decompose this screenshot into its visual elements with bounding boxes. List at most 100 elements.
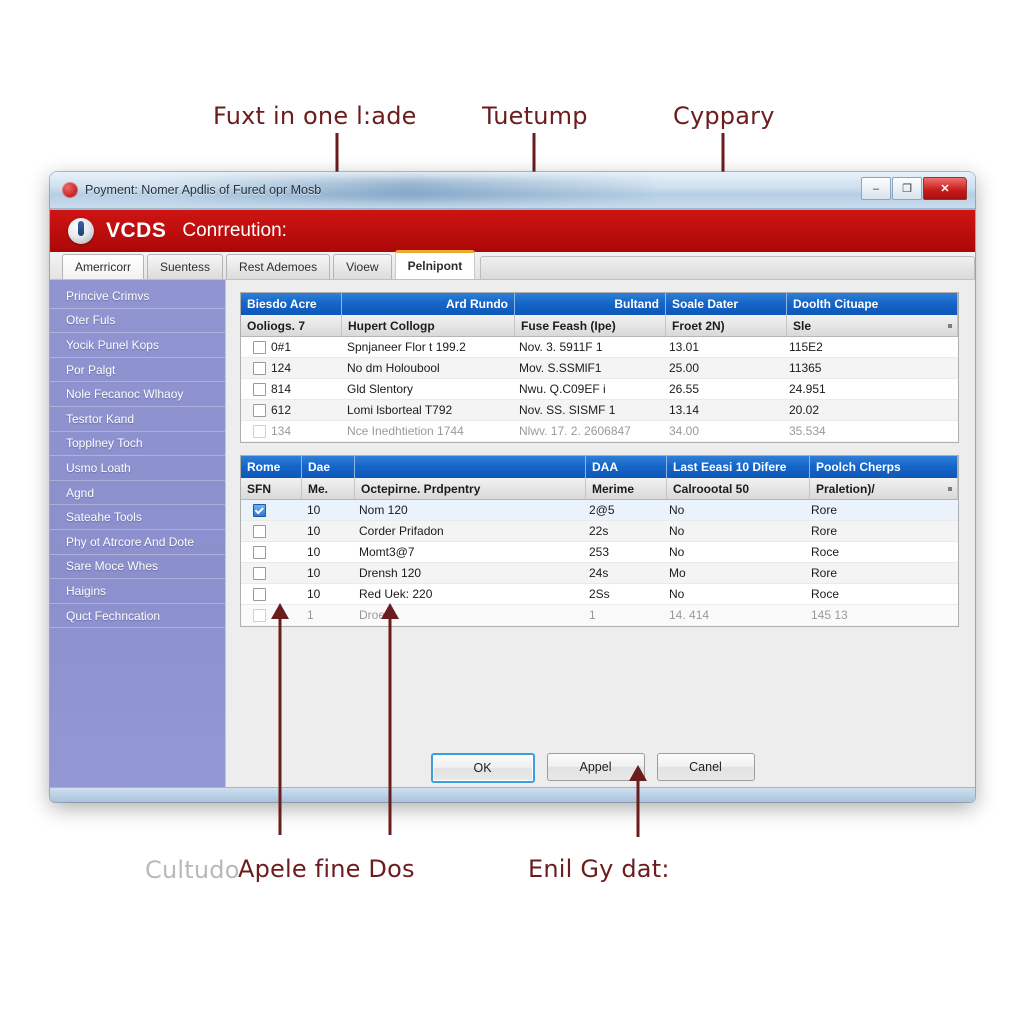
- sidebar-item-1[interactable]: Oter Fuls: [50, 309, 225, 334]
- top-grid-sub-2[interactable]: Fuse Feash (Ipe): [515, 315, 666, 336]
- bottom-grid-header-1[interactable]: Dae: [302, 456, 355, 478]
- tab-bar: Amerricorr Suentess Rest Ademoes Vioew P…: [50, 250, 975, 280]
- cell-dae: 10: [307, 503, 321, 517]
- cell-value: 13.14: [669, 403, 700, 417]
- tab-amerricorr[interactable]: Amerricorr: [62, 254, 144, 279]
- bottom-grid-sub-2[interactable]: Octepirne. Prdpentry: [355, 478, 586, 499]
- cell-poolch: Roce: [811, 587, 840, 601]
- minimize-button[interactable]: –: [861, 177, 891, 200]
- table-row[interactable]: 10 Drensh 120 24s Mo Rore: [241, 563, 958, 584]
- table-row[interactable]: 124 No dm Holoubool Mov. S.SSMlF1 25.00 …: [241, 358, 958, 379]
- top-grid-sub-4[interactable]: Sle: [787, 315, 958, 336]
- cell-name: No dm Holoubool: [347, 361, 440, 375]
- cell-id: 124: [271, 361, 292, 375]
- cell-last: No: [669, 587, 685, 601]
- table-row[interactable]: 134 Nce Inedhtietion 1744 Nlwv. 17. 2. 2…: [241, 421, 958, 442]
- sidebar-item-2[interactable]: Yocik Punel Kops: [50, 333, 225, 358]
- bottom-data-grid[interactable]: Rome Dae DAA Last Eeasi 10 Difere Poolch…: [240, 455, 959, 627]
- table-row[interactable]: 10 Corder Prifadon 22s No Rore: [241, 521, 958, 542]
- cell-name: Gld Slentory: [347, 382, 414, 396]
- top-grid-sub-0[interactable]: Ooliogs. 7: [241, 315, 342, 336]
- cell-extra: 115E2: [789, 340, 823, 354]
- table-row[interactable]: 814 Gld Slentory Nwu. Q.C09EF i 26.55 24…: [241, 379, 958, 400]
- table-row[interactable]: 10 Nom 120 2@5 No Rore: [241, 500, 958, 521]
- sidebar-item-12[interactable]: Haigins: [50, 579, 225, 604]
- cell-name: Nom 120: [359, 503, 408, 517]
- cell-extra: 20.02: [789, 403, 820, 417]
- cell-poolch: 145 13: [811, 608, 848, 622]
- tab-rest-ademoes[interactable]: Rest Ademoes: [226, 254, 331, 279]
- table-row[interactable]: 0#1 Spnjaneer Flor t 199.2 Nov. 3. 5911F…: [241, 337, 958, 358]
- top-grid-header-4[interactable]: Doolth Cituape: [787, 293, 958, 315]
- cell-last: No: [669, 524, 685, 538]
- cell-name: Spnjaneer Flor t 199.2: [347, 340, 466, 354]
- top-data-grid[interactable]: Biesdo Acre Ard Rundo Bultand Soale Date…: [240, 292, 959, 443]
- top-grid-sub-3[interactable]: Froet 2N): [666, 315, 787, 336]
- bottom-grid-sub-1[interactable]: Me.: [302, 478, 355, 499]
- table-row[interactable]: 10 Red Uek: 220 2Ss No Roce: [241, 584, 958, 605]
- bottom-grid-sub-0[interactable]: SFN: [241, 478, 302, 499]
- row-checkbox[interactable]: [253, 340, 266, 354]
- bottom-grid-header-4[interactable]: Last Eeasi 10 Difere: [667, 456, 810, 478]
- bottom-grid-sub-3[interactable]: Merime: [586, 478, 667, 499]
- ok-button[interactable]: OK: [430, 753, 535, 783]
- cell-date: Nwu. Q.C09EF i: [519, 382, 606, 396]
- sidebar-item-3[interactable]: Por Palgt: [50, 358, 225, 383]
- sidebar-item-6[interactable]: Topplney Toch: [50, 432, 225, 457]
- tab-vioew[interactable]: Vioew: [333, 254, 392, 279]
- row-checkbox[interactable]: [253, 587, 266, 601]
- row-checkbox[interactable]: [253, 545, 266, 559]
- sidebar-item-8[interactable]: Agnd: [50, 481, 225, 506]
- cell-daa: 2@5: [589, 503, 615, 517]
- cell-last: No: [669, 545, 685, 559]
- sidebar-item-9[interactable]: Sateahe Tools: [50, 505, 225, 530]
- cell-extra: 35.534: [789, 424, 826, 438]
- row-checkbox[interactable]: [253, 524, 266, 538]
- cell-last: No: [669, 503, 685, 517]
- row-checkbox[interactable]: [253, 382, 266, 396]
- bottom-grid-header-5[interactable]: Poolch Cherps: [810, 456, 958, 478]
- top-grid-header-0[interactable]: Biesdo Acre: [241, 293, 342, 315]
- sidebar-item-13[interactable]: Quct Fechncation: [50, 604, 225, 629]
- row-checkbox[interactable]: [253, 566, 266, 580]
- top-grid-header-2[interactable]: Bultand: [515, 293, 666, 315]
- content-pane: Biesdo Acre Ard Rundo Bultand Soale Date…: [226, 280, 975, 802]
- top-grid-header-3[interactable]: Soale Dater: [666, 293, 787, 315]
- cell-id: 814: [271, 382, 292, 396]
- brand-name: VCDS: [106, 219, 167, 242]
- window-body: Princive Crimvs Oter Fuls Yocik Punel Ko…: [50, 280, 975, 802]
- cell-name: Drensh 120: [359, 566, 422, 580]
- top-grid-header-1[interactable]: Ard Rundo: [342, 293, 515, 315]
- sort-indicator-icon: [948, 486, 952, 491]
- sort-indicator-icon: [948, 323, 952, 328]
- row-checkbox[interactable]: [253, 503, 266, 517]
- sidebar-item-5[interactable]: Tesrtor Kand: [50, 407, 225, 432]
- maximize-button[interactable]: ❐: [892, 177, 922, 200]
- cell-id: 612: [271, 403, 292, 417]
- row-checkbox[interactable]: [253, 361, 266, 375]
- bottom-grid-sub-4[interactable]: Calroootal 50: [667, 478, 810, 499]
- bottom-grid-header-2[interactable]: [355, 456, 586, 478]
- sidebar-item-11[interactable]: Sare Moce Whes: [50, 555, 225, 580]
- row-checkbox[interactable]: [253, 424, 266, 438]
- cancel-button[interactable]: Canel: [656, 753, 755, 781]
- bottom-grid-header-3[interactable]: DAA: [586, 456, 667, 478]
- sidebar-item-4[interactable]: Nole Fecanoc Wlhaoy: [50, 382, 225, 407]
- tab-pelnipont[interactable]: Pelnipont: [394, 250, 476, 279]
- table-row[interactable]: 10 Momt3@7 253 No Roce: [241, 542, 958, 563]
- row-checkbox[interactable]: [253, 403, 266, 417]
- window-footer-strip: [50, 787, 975, 802]
- cell-daa: 22s: [589, 524, 609, 538]
- bottom-grid-sub-5[interactable]: Praletion)/: [810, 478, 958, 499]
- row-checkbox[interactable]: [253, 608, 266, 622]
- tab-suentess[interactable]: Suentess: [147, 254, 224, 279]
- sidebar-item-7[interactable]: Usmo Loath: [50, 456, 225, 481]
- sidebar-item-10[interactable]: Phy ot Atrcore And Dote: [50, 530, 225, 555]
- sidebar-item-0[interactable]: Princive Crimvs: [50, 284, 225, 309]
- table-row[interactable]: 1 Droe 1 14. 414 145 13: [241, 605, 958, 626]
- bottom-grid-header-0[interactable]: Rome: [241, 456, 302, 478]
- window-titlebar[interactable]: Poyment: Nomer Apdlis of Fured opr Mosb …: [50, 172, 975, 209]
- table-row[interactable]: 612 Lomi lsborteal T792 Nov. SS. SISMF 1…: [241, 400, 958, 421]
- top-grid-sub-1[interactable]: Hupert Collogp: [342, 315, 515, 336]
- close-button[interactable]: ✕: [923, 177, 967, 200]
